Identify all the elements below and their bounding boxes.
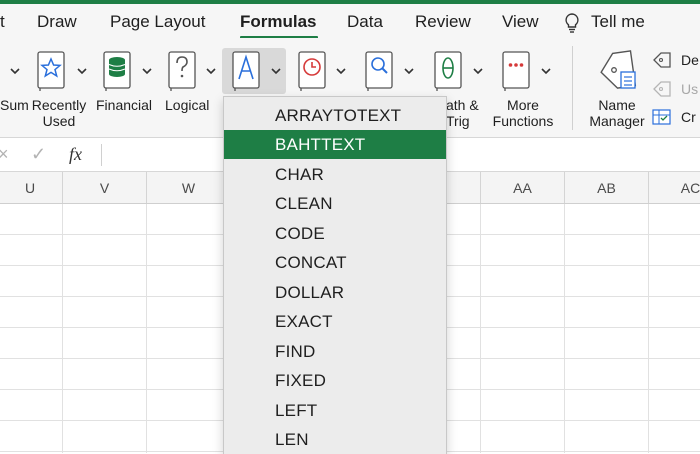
tab-data[interactable]: Data	[347, 12, 383, 32]
more-functions-label-1[interactable]: More	[488, 97, 558, 113]
date-time-clock-book-icon[interactable]	[296, 50, 328, 92]
tab-tell-me[interactable]: Tell me	[591, 12, 645, 32]
name-manager-label-1[interactable]: Name	[593, 97, 641, 113]
menu-item-label: EXACT	[275, 312, 333, 331]
menu-item-label: LEFT	[275, 401, 318, 420]
menu-item-label: DOLLAR	[275, 283, 345, 302]
cancel-formula-icon[interactable]: ×	[0, 144, 9, 165]
menu-item-label: BAHTTEXT	[275, 135, 366, 154]
lookup-magnifier-book-icon[interactable]	[363, 50, 395, 92]
formula-bar-divider	[101, 144, 102, 166]
logical-label[interactable]: Logical	[165, 97, 209, 113]
financial-chevron-down-icon[interactable]	[141, 66, 153, 76]
tab-draw[interactable]: Draw	[37, 12, 77, 32]
menu-item-label: FIXED	[275, 371, 327, 390]
logical-question-book-icon[interactable]	[166, 50, 198, 92]
grid-column-line	[146, 204, 147, 453]
math-trig-theta-book-icon[interactable]	[432, 50, 464, 92]
menu-item-label: CLEAN	[275, 194, 333, 213]
logical-chevron-down-icon[interactable]	[205, 66, 217, 76]
tab-formulas[interactable]: Formulas	[240, 12, 317, 32]
menu-item-label: CONCAT	[275, 253, 347, 272]
use-in-formula-label[interactable]: Us	[681, 81, 698, 97]
grid-column-line	[480, 204, 481, 453]
recently-used-star-book-icon[interactable]	[35, 50, 67, 92]
menu-item-label: CODE	[275, 224, 325, 243]
column-header-ac[interactable]: AC	[649, 180, 700, 196]
define-name-label[interactable]: De	[681, 52, 699, 68]
autosum-label[interactable]: Sum	[0, 97, 29, 113]
tab-view[interactable]: View	[502, 12, 539, 32]
menu-item-arraytotext[interactable]: ARRAYTOTEXT	[224, 101, 446, 130]
more-functions-label-2[interactable]: Functions	[488, 113, 558, 129]
menu-item-fixed[interactable]: FIXED	[224, 366, 446, 395]
menu-item-char[interactable]: CHAR	[224, 160, 446, 189]
name-manager-label-2[interactable]: Manager	[585, 113, 649, 129]
menu-item-concat[interactable]: CONCAT	[224, 248, 446, 277]
recently-used-label-2[interactable]: Used	[31, 113, 87, 129]
menu-item-label: FIND	[275, 342, 316, 361]
column-header-w[interactable]: W	[147, 180, 230, 196]
more-functions-book-icon[interactable]	[500, 50, 532, 92]
enter-formula-icon[interactable]: ✓	[31, 144, 46, 165]
menu-item-exact[interactable]: EXACT	[224, 307, 446, 336]
ribbon-tab-bar: t Draw Page Layout Formulas Data Review …	[0, 4, 700, 39]
text-function-book-icon[interactable]	[230, 50, 262, 92]
column-header-u[interactable]: U	[0, 180, 60, 196]
lightbulb-icon	[565, 13, 579, 33]
recently-used-chevron-down-icon[interactable]	[76, 66, 88, 76]
menu-item-find[interactable]: FIND	[224, 337, 446, 366]
define-name-tag-icon[interactable]	[652, 51, 672, 69]
name-manager-tag-icon[interactable]	[595, 48, 639, 94]
menu-item-clean[interactable]: CLEAN	[224, 189, 446, 218]
insert-function-button[interactable]: fx	[69, 144, 82, 165]
grid-column-line	[62, 204, 63, 453]
column-header-v[interactable]: V	[63, 180, 146, 196]
math-trig-chevron-down-icon[interactable]	[472, 66, 484, 76]
financial-label[interactable]: Financial	[96, 97, 152, 113]
lookup-chevron-down-icon[interactable]	[403, 66, 415, 76]
recently-used-label-1[interactable]: Recently	[31, 97, 87, 113]
tab-review[interactable]: Review	[415, 12, 471, 32]
menu-item-dollar[interactable]: DOLLAR	[224, 278, 446, 307]
menu-item-label: ARRAYTOTEXT	[275, 106, 402, 125]
more-functions-chevron-down-icon[interactable]	[540, 66, 552, 76]
date-time-chevron-down-icon[interactable]	[335, 66, 347, 76]
menu-item-code[interactable]: CODE	[224, 219, 446, 248]
tab-page-layout[interactable]: Page Layout	[110, 12, 205, 32]
create-from-selection-icon[interactable]	[652, 108, 672, 126]
menu-item-label: LEN	[275, 430, 309, 449]
financial-coins-book-icon[interactable]	[101, 50, 133, 92]
menu-item-label: CHAR	[275, 165, 324, 184]
menu-item-len[interactable]: LEN	[224, 425, 446, 454]
column-header-ab[interactable]: AB	[565, 180, 648, 196]
grid-column-line	[648, 204, 649, 453]
menu-item-bahttext[interactable]: BAHTTEXT	[224, 130, 446, 159]
math-trig-label-1[interactable]: ath &	[446, 97, 479, 113]
tab-insert[interactable]: t	[0, 12, 5, 32]
column-header-aa[interactable]: AA	[481, 180, 564, 196]
text-chevron-down-icon[interactable]	[270, 66, 282, 76]
text-functions-menu: ARRAYTOTEXT BAHTTEXT CHAR CLEAN CODE CON…	[223, 96, 447, 454]
math-trig-label-2[interactable]: Trig	[446, 113, 470, 129]
use-in-formula-tag-icon[interactable]	[652, 80, 672, 98]
menu-item-left[interactable]: LEFT	[224, 396, 446, 425]
grid-column-line	[564, 204, 565, 453]
create-from-selection-label[interactable]: Cr	[681, 109, 696, 125]
autosum-chevron-down-icon[interactable]	[9, 66, 21, 76]
ribbon-group-divider	[572, 46, 573, 130]
